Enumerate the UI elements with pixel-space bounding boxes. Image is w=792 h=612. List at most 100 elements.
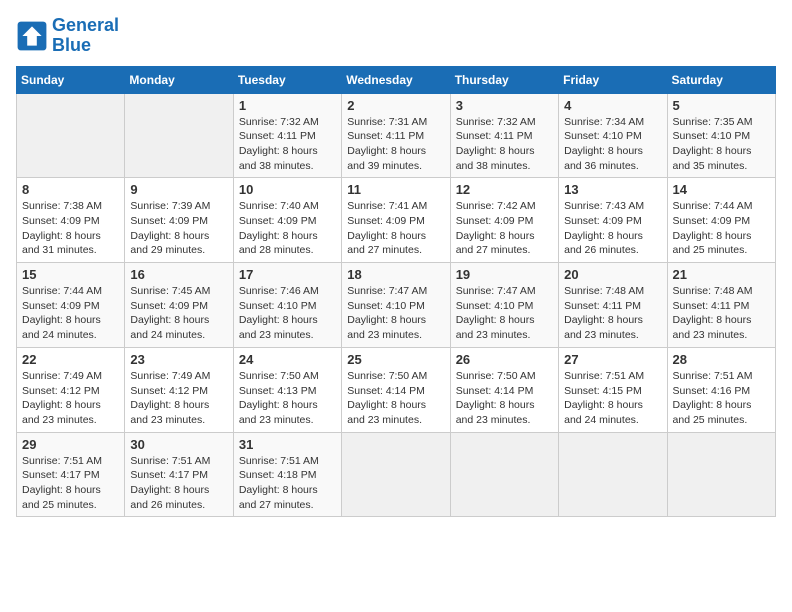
day-number: 9 bbox=[130, 182, 227, 197]
day-number: 25 bbox=[347, 352, 444, 367]
calendar-cell: 16 Sunrise: 7:45 AM Sunset: 4:09 PM Dayli… bbox=[125, 263, 233, 348]
day-info: Sunrise: 7:48 AM Sunset: 4:11 PM Dayligh… bbox=[673, 284, 770, 343]
day-info: Sunrise: 7:34 AM Sunset: 4:10 PM Dayligh… bbox=[564, 115, 661, 174]
day-info: Sunrise: 7:44 AM Sunset: 4:09 PM Dayligh… bbox=[22, 284, 119, 343]
day-of-week-header: Monday bbox=[125, 66, 233, 93]
calendar-table: SundayMondayTuesdayWednesdayThursdayFrid… bbox=[16, 66, 776, 518]
calendar-cell: 30 Sunrise: 7:51 AM Sunset: 4:17 PM Dayli… bbox=[125, 432, 233, 517]
day-info: Sunrise: 7:44 AM Sunset: 4:09 PM Dayligh… bbox=[673, 199, 770, 258]
day-info: Sunrise: 7:45 AM Sunset: 4:09 PM Dayligh… bbox=[130, 284, 227, 343]
day-number: 23 bbox=[130, 352, 227, 367]
day-info: Sunrise: 7:50 AM Sunset: 4:13 PM Dayligh… bbox=[239, 369, 336, 428]
calendar-header-row: SundayMondayTuesdayWednesdayThursdayFrid… bbox=[17, 66, 776, 93]
day-number: 27 bbox=[564, 352, 661, 367]
day-number: 30 bbox=[130, 437, 227, 452]
day-number: 5 bbox=[673, 98, 770, 113]
day-info: Sunrise: 7:48 AM Sunset: 4:11 PM Dayligh… bbox=[564, 284, 661, 343]
calendar-cell bbox=[17, 93, 125, 178]
day-info: Sunrise: 7:50 AM Sunset: 4:14 PM Dayligh… bbox=[347, 369, 444, 428]
day-info: Sunrise: 7:41 AM Sunset: 4:09 PM Dayligh… bbox=[347, 199, 444, 258]
calendar-cell: 3 Sunrise: 7:32 AM Sunset: 4:11 PM Daylig… bbox=[450, 93, 558, 178]
calendar-week-row: 1Sunrise: 7:32 AM Sunset: 4:11 PM Daylig… bbox=[17, 93, 776, 178]
calendar-cell: 17 Sunrise: 7:46 AM Sunset: 4:10 PM Dayli… bbox=[233, 263, 341, 348]
day-info: Sunrise: 7:47 AM Sunset: 4:10 PM Dayligh… bbox=[456, 284, 553, 343]
calendar-cell: 26 Sunrise: 7:50 AM Sunset: 4:14 PM Dayli… bbox=[450, 347, 558, 432]
calendar-week-row: 22 Sunrise: 7:49 AM Sunset: 4:12 PM Dayli… bbox=[17, 347, 776, 432]
day-info: Sunrise: 7:39 AM Sunset: 4:09 PM Dayligh… bbox=[130, 199, 227, 258]
calendar-cell: 1Sunrise: 7:32 AM Sunset: 4:11 PM Daylig… bbox=[233, 93, 341, 178]
day-number: 15 bbox=[22, 267, 119, 282]
day-number: 14 bbox=[673, 182, 770, 197]
day-number: 18 bbox=[347, 267, 444, 282]
calendar-cell: 5 Sunrise: 7:35 AM Sunset: 4:10 PM Daylig… bbox=[667, 93, 775, 178]
day-number: 21 bbox=[673, 267, 770, 282]
calendar-week-row: 8 Sunrise: 7:38 AM Sunset: 4:09 PM Daylig… bbox=[17, 178, 776, 263]
day-info: Sunrise: 7:32 AM Sunset: 4:11 PM Dayligh… bbox=[239, 115, 336, 174]
calendar-cell: 21 Sunrise: 7:48 AM Sunset: 4:11 PM Dayli… bbox=[667, 263, 775, 348]
calendar-cell: 22 Sunrise: 7:49 AM Sunset: 4:12 PM Dayli… bbox=[17, 347, 125, 432]
day-of-week-header: Friday bbox=[559, 66, 667, 93]
day-of-week-header: Thursday bbox=[450, 66, 558, 93]
day-number: 20 bbox=[564, 267, 661, 282]
day-number: 26 bbox=[456, 352, 553, 367]
calendar-week-row: 15 Sunrise: 7:44 AM Sunset: 4:09 PM Dayli… bbox=[17, 263, 776, 348]
calendar-body: 1Sunrise: 7:32 AM Sunset: 4:11 PM Daylig… bbox=[17, 93, 776, 517]
logo: General Blue bbox=[16, 16, 119, 56]
calendar-cell: 18 Sunrise: 7:47 AM Sunset: 4:10 PM Dayli… bbox=[342, 263, 450, 348]
day-number: 22 bbox=[22, 352, 119, 367]
calendar-cell: 25 Sunrise: 7:50 AM Sunset: 4:14 PM Dayli… bbox=[342, 347, 450, 432]
day-info: Sunrise: 7:49 AM Sunset: 4:12 PM Dayligh… bbox=[22, 369, 119, 428]
day-number: 13 bbox=[564, 182, 661, 197]
calendar-cell bbox=[125, 93, 233, 178]
day-info: Sunrise: 7:35 AM Sunset: 4:10 PM Dayligh… bbox=[673, 115, 770, 174]
day-number: 8 bbox=[22, 182, 119, 197]
day-of-week-header: Tuesday bbox=[233, 66, 341, 93]
calendar-cell: 15 Sunrise: 7:44 AM Sunset: 4:09 PM Dayli… bbox=[17, 263, 125, 348]
day-number: 16 bbox=[130, 267, 227, 282]
day-number: 28 bbox=[673, 352, 770, 367]
logo-text: General Blue bbox=[52, 16, 119, 56]
day-number: 24 bbox=[239, 352, 336, 367]
calendar-cell: 8 Sunrise: 7:38 AM Sunset: 4:09 PM Daylig… bbox=[17, 178, 125, 263]
day-info: Sunrise: 7:32 AM Sunset: 4:11 PM Dayligh… bbox=[456, 115, 553, 174]
calendar-cell: 20 Sunrise: 7:48 AM Sunset: 4:11 PM Dayli… bbox=[559, 263, 667, 348]
day-info: Sunrise: 7:38 AM Sunset: 4:09 PM Dayligh… bbox=[22, 199, 119, 258]
page-header: General Blue bbox=[16, 16, 776, 56]
day-number: 29 bbox=[22, 437, 119, 452]
calendar-cell: 9 Sunrise: 7:39 AM Sunset: 4:09 PM Daylig… bbox=[125, 178, 233, 263]
day-info: Sunrise: 7:51 AM Sunset: 4:18 PM Dayligh… bbox=[239, 454, 336, 513]
calendar-cell: 19 Sunrise: 7:47 AM Sunset: 4:10 PM Dayli… bbox=[450, 263, 558, 348]
calendar-cell: 24 Sunrise: 7:50 AM Sunset: 4:13 PM Dayli… bbox=[233, 347, 341, 432]
day-number: 12 bbox=[456, 182, 553, 197]
day-info: Sunrise: 7:40 AM Sunset: 4:09 PM Dayligh… bbox=[239, 199, 336, 258]
day-number: 10 bbox=[239, 182, 336, 197]
calendar-cell bbox=[450, 432, 558, 517]
day-info: Sunrise: 7:50 AM Sunset: 4:14 PM Dayligh… bbox=[456, 369, 553, 428]
calendar-week-row: 29 Sunrise: 7:51 AM Sunset: 4:17 PM Dayli… bbox=[17, 432, 776, 517]
day-info: Sunrise: 7:51 AM Sunset: 4:17 PM Dayligh… bbox=[22, 454, 119, 513]
day-info: Sunrise: 7:42 AM Sunset: 4:09 PM Dayligh… bbox=[456, 199, 553, 258]
day-number: 3 bbox=[456, 98, 553, 113]
day-info: Sunrise: 7:51 AM Sunset: 4:16 PM Dayligh… bbox=[673, 369, 770, 428]
day-info: Sunrise: 7:31 AM Sunset: 4:11 PM Dayligh… bbox=[347, 115, 444, 174]
calendar-cell: 4 Sunrise: 7:34 AM Sunset: 4:10 PM Daylig… bbox=[559, 93, 667, 178]
day-number: 31 bbox=[239, 437, 336, 452]
calendar-cell: 14 Sunrise: 7:44 AM Sunset: 4:09 PM Dayli… bbox=[667, 178, 775, 263]
day-info: Sunrise: 7:43 AM Sunset: 4:09 PM Dayligh… bbox=[564, 199, 661, 258]
day-info: Sunrise: 7:51 AM Sunset: 4:17 PM Dayligh… bbox=[130, 454, 227, 513]
calendar-cell: 29 Sunrise: 7:51 AM Sunset: 4:17 PM Dayli… bbox=[17, 432, 125, 517]
day-of-week-header: Saturday bbox=[667, 66, 775, 93]
day-number: 19 bbox=[456, 267, 553, 282]
calendar-cell bbox=[559, 432, 667, 517]
logo-icon bbox=[16, 20, 48, 52]
day-number: 4 bbox=[564, 98, 661, 113]
calendar-cell bbox=[342, 432, 450, 517]
day-number: 11 bbox=[347, 182, 444, 197]
day-info: Sunrise: 7:47 AM Sunset: 4:10 PM Dayligh… bbox=[347, 284, 444, 343]
calendar-cell: 13 Sunrise: 7:43 AM Sunset: 4:09 PM Dayli… bbox=[559, 178, 667, 263]
day-info: Sunrise: 7:46 AM Sunset: 4:10 PM Dayligh… bbox=[239, 284, 336, 343]
day-number: 17 bbox=[239, 267, 336, 282]
calendar-cell: 10 Sunrise: 7:40 AM Sunset: 4:09 PM Dayli… bbox=[233, 178, 341, 263]
calendar-cell: 27Sunrise: 7:51 AM Sunset: 4:15 PM Dayli… bbox=[559, 347, 667, 432]
calendar-cell: 23Sunrise: 7:49 AM Sunset: 4:12 PM Dayli… bbox=[125, 347, 233, 432]
